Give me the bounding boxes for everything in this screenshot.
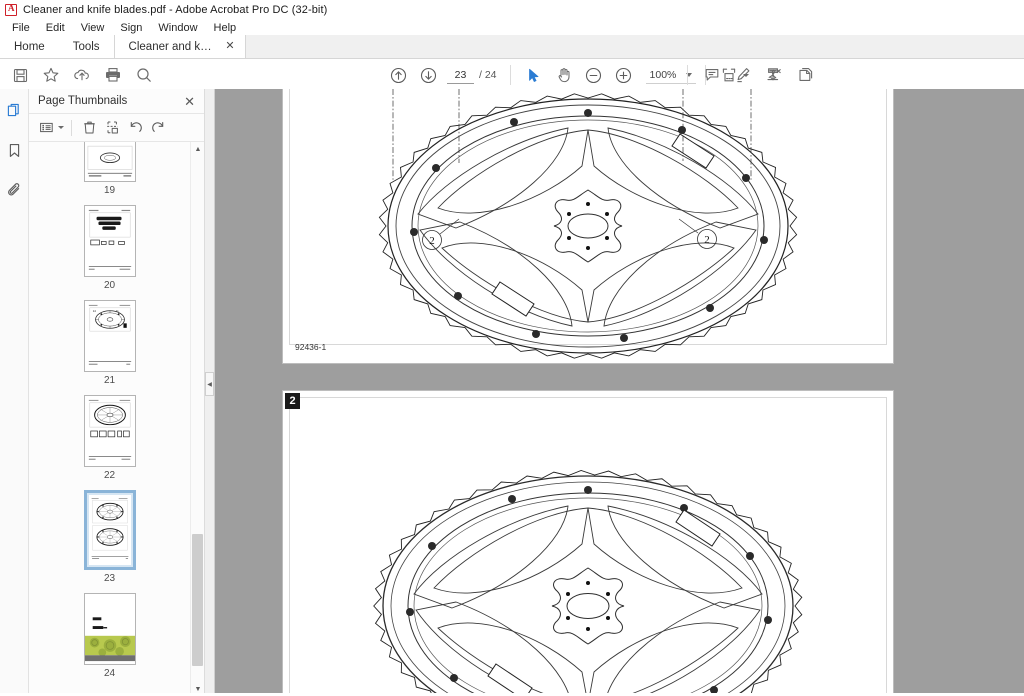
menu-bar: File Edit View Sign Window Help xyxy=(0,19,1024,36)
close-icon[interactable]: ✕ xyxy=(184,95,195,108)
page-up-icon[interactable] xyxy=(384,61,412,89)
rotate-cw-icon[interactable] xyxy=(148,117,169,138)
svg-text:2: 2 xyxy=(704,234,710,246)
thumbnail-number: 24 xyxy=(103,668,116,679)
highlight-icon[interactable] xyxy=(729,61,757,89)
list-item-selected[interactable]: 23 xyxy=(29,490,190,584)
tab-home[interactable]: Home xyxy=(0,35,59,58)
tab-tools[interactable]: Tools xyxy=(58,35,114,58)
menu-help[interactable]: Help xyxy=(206,21,245,35)
panel-splitter[interactable]: ◀ xyxy=(205,89,215,696)
bookmarks-icon[interactable] xyxy=(2,138,26,162)
page-down-icon[interactable] xyxy=(414,61,442,89)
thumbnails-scrollbar[interactable]: ▲ ▼ xyxy=(190,142,204,696)
thumbnail-preview xyxy=(83,395,136,467)
thumbnails-panel-title: Page Thumbnails xyxy=(38,95,128,107)
comment-icon[interactable] xyxy=(698,61,726,89)
technical-drawing-top: 4 3 1 1 3 2 2 xyxy=(295,89,798,359)
list-item[interactable]: 19 xyxy=(29,142,190,196)
toolbar-right-group xyxy=(680,61,819,89)
scroll-up-arrow-icon[interactable]: ▲ xyxy=(191,142,204,156)
thumbnails-panel-header: Page Thumbnails ✕ xyxy=(29,89,204,114)
thumbnail-number: 20 xyxy=(103,280,116,291)
thumbnails-toolbar xyxy=(29,114,204,142)
menu-view[interactable]: View xyxy=(73,21,113,35)
zoom-out-search-icon[interactable] xyxy=(130,61,158,89)
main-toolbar: / 24 xyxy=(0,59,1024,92)
toolbar-separator-3 xyxy=(687,65,688,85)
page-number-input[interactable] xyxy=(447,66,474,84)
menu-window[interactable]: Window xyxy=(150,21,205,35)
acrobat-window: Cleaner and knife blades.pdf - Adobe Acr… xyxy=(0,0,1024,696)
list-item[interactable]: 24 xyxy=(29,593,190,679)
thumbnail-number: 22 xyxy=(103,470,116,481)
toolbar-separator xyxy=(509,65,511,85)
thumbnail-number: 23 xyxy=(103,573,116,584)
main-body: Page Thumbnails ✕ 19 20 14 11 21 22 23 2… xyxy=(0,89,1024,696)
page-total-label: / 24 xyxy=(479,69,497,81)
menu-sign[interactable]: Sign xyxy=(112,21,150,35)
thumbnails-scroll-area: 19 20 14 11 21 22 23 24 ▲ ▼ xyxy=(29,142,204,696)
page-thumbnails-panel: Page Thumbnails ✕ 19 20 14 11 21 22 23 2… xyxy=(29,89,205,696)
star-icon[interactable] xyxy=(37,61,65,89)
sign-icon[interactable] xyxy=(760,61,788,89)
list-item[interactable]: 22 xyxy=(29,395,190,481)
panel-collapse-handle[interactable]: ◀ xyxy=(205,372,214,396)
options-chevron-icon[interactable] xyxy=(58,126,64,129)
thumbnail-number: 21 xyxy=(103,375,116,386)
tab-document-label: Cleaner and knife b... xyxy=(128,40,218,53)
tab-document[interactable]: Cleaner and knife b... ✕ xyxy=(113,35,246,58)
thumbnails-toolbar-separator xyxy=(71,119,72,136)
tab-bar-filler xyxy=(245,35,1024,58)
menu-edit[interactable]: Edit xyxy=(38,21,73,35)
acrobat-logo-icon xyxy=(5,3,17,16)
title-bar: Cleaner and knife blades.pdf - Adobe Acr… xyxy=(0,0,1024,19)
hand-pan-icon[interactable] xyxy=(550,61,578,89)
svg-text:2: 2 xyxy=(429,235,435,247)
pdf-page-bottom: 2 xyxy=(283,391,893,696)
print-icon[interactable] xyxy=(99,61,127,89)
save-icon[interactable] xyxy=(6,61,34,89)
delete-pages-icon[interactable] xyxy=(79,117,100,138)
extract-pages-icon[interactable] xyxy=(102,117,123,138)
menu-file[interactable]: File xyxy=(4,21,38,35)
toolbar-left-group xyxy=(6,61,158,89)
page-thumbnails-icon[interactable] xyxy=(2,98,26,122)
scrollbar-thumb[interactable] xyxy=(192,534,203,666)
technical-drawing-bottom xyxy=(373,470,803,696)
cursor-select-icon[interactable] xyxy=(520,61,548,89)
zoom-out-icon[interactable] xyxy=(580,61,608,89)
navigation-rail xyxy=(0,89,29,696)
list-item[interactable]: 14 11 21 xyxy=(29,300,190,386)
tab-bar: Home Tools Cleaner and knife b... ✕ xyxy=(0,35,1024,59)
thumbnail-preview xyxy=(83,205,136,277)
window-title: Cleaner and knife blades.pdf - Adobe Acr… xyxy=(23,3,328,16)
list-item[interactable]: 20 xyxy=(29,205,190,291)
thumbnail-preview xyxy=(83,142,136,182)
zoom-level-value: 100% xyxy=(649,68,677,81)
thumbnail-preview xyxy=(83,490,136,570)
part-number-label: 92436-1 xyxy=(295,342,326,352)
thumbnail-preview xyxy=(83,593,136,665)
options-list-icon[interactable] xyxy=(36,117,57,138)
cloud-upload-icon[interactable] xyxy=(68,61,96,89)
pdf-page-top: 4 3 1 1 3 2 2 xyxy=(283,89,893,363)
close-icon[interactable]: ✕ xyxy=(225,41,234,52)
stamp-icon[interactable] xyxy=(791,61,819,89)
document-viewer[interactable]: 4 3 1 1 3 2 2 xyxy=(215,89,1024,696)
thumbnails-list: 19 20 14 11 21 22 23 24 xyxy=(29,142,190,696)
svg-text:14: 14 xyxy=(92,309,96,313)
thumbnail-preview: 14 11 xyxy=(83,300,136,372)
attachments-icon[interactable] xyxy=(2,178,26,202)
rotate-ccw-icon[interactable] xyxy=(125,117,146,138)
svg-text:11: 11 xyxy=(115,309,118,313)
thumbnail-number: 19 xyxy=(103,185,116,196)
zoom-in-icon[interactable] xyxy=(610,61,638,89)
